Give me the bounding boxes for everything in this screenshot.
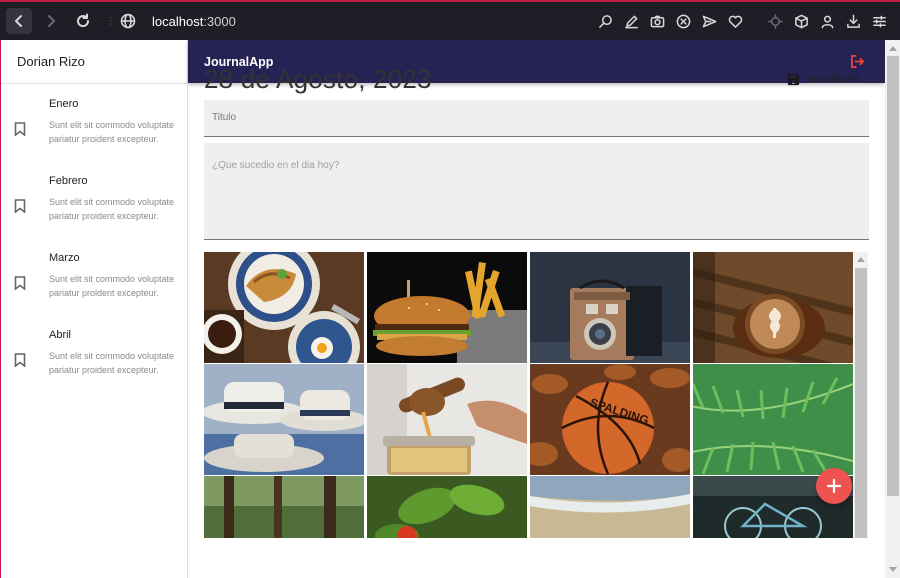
title-input[interactable]: Titulo [204, 100, 869, 137]
address-bar[interactable]: localhost:3000 [120, 13, 236, 29]
gallery-scrollbar[interactable] [854, 252, 868, 538]
scroll-up-icon [889, 46, 897, 51]
sidebar: Dorian Rizo Enero Sunt elit sit commodo … [1, 40, 188, 578]
entry-body: Sunt elit sit commodo voluptate pariatur… [49, 120, 175, 144]
photo-beach-shore[interactable] [530, 476, 690, 538]
easy-setup-button[interactable] [866, 8, 892, 34]
entry-title: Enero [49, 98, 79, 110]
camera-icon [650, 15, 664, 27]
url-host: localhost [152, 13, 204, 29]
url-port: :3000 [203, 13, 236, 29]
close-tab-button[interactable] [670, 8, 696, 34]
vpn-icon [767, 13, 783, 29]
reload-icon [77, 13, 90, 28]
profile-button[interactable] [814, 8, 840, 34]
bookmark-icon [14, 276, 26, 291]
save-icon [787, 73, 800, 85]
edit-icon [624, 15, 638, 28]
photo-green-fern[interactable] [693, 364, 853, 475]
photo-straw-hats[interactable] [204, 364, 364, 475]
downloads-button[interactable] [840, 8, 866, 34]
send-icon [702, 15, 716, 27]
bookmark-icon [14, 122, 26, 137]
heart-icon [728, 15, 742, 28]
page-scrollbar-thumb[interactable] [887, 56, 899, 496]
gallery-scrollbar-thumb[interactable] [855, 268, 867, 538]
sidebar-entry[interactable]: Abril Sunt elit sit commodo voluptate pa… [1, 315, 187, 392]
globe-icon [120, 13, 136, 29]
body-textarea[interactable]: ¿Que sucedio en el dia hoy? [204, 143, 869, 240]
entry-title: Abril [49, 329, 72, 341]
photo-basketball-leaves[interactable]: SPALDING [530, 364, 690, 475]
reload-button[interactable] [70, 8, 96, 34]
plus-icon [826, 478, 842, 494]
entry-title: Marzo [49, 252, 80, 264]
user-icon [821, 15, 833, 28]
extensions-button[interactable] [788, 8, 814, 34]
close-circle-icon [676, 14, 690, 28]
snapshot-button[interactable] [644, 8, 670, 34]
note-date-title: 28 de Agosto, 2023 [204, 64, 432, 94]
scroll-down-icon [889, 567, 897, 572]
photo-latte-art-coffee[interactable] [693, 252, 853, 363]
search-icon [598, 14, 612, 28]
title-placeholder: Titulo [212, 112, 237, 123]
forward-arrow-icon [48, 15, 55, 27]
photo-burger-and-fries[interactable] [367, 252, 527, 363]
sidebar-entry[interactable]: Febrero Sunt elit sit commodo voluptate … [1, 161, 187, 238]
back-button[interactable] [6, 8, 32, 34]
photo-croissant-breakfast[interactable] [204, 252, 364, 363]
photo-basil-leaves[interactable] [367, 476, 527, 538]
photo-forest-trees[interactable] [204, 476, 364, 538]
body-placeholder: ¿Que sucedio en el dia hoy? [212, 160, 340, 171]
browser-toolbar-right [592, 2, 892, 40]
forward-button[interactable] [38, 8, 64, 34]
toolbar-separator: ⋮ [106, 15, 116, 27]
entry-body: Sunt elit sit commodo voluptate pariatur… [49, 351, 175, 375]
logout-icon [851, 55, 864, 68]
download-icon [846, 14, 860, 28]
vpn-button[interactable] [762, 8, 788, 34]
bookmark-icon [14, 353, 26, 368]
bookmark-icon [14, 199, 26, 214]
back-arrow-icon [15, 15, 22, 27]
photo-honey-dipper-jar[interactable] [367, 364, 527, 475]
save-button-label: GUARDAR [809, 74, 860, 84]
add-entry-button[interactable] [816, 468, 852, 504]
sidebar-entry[interactable]: Enero Sunt elit sit commodo voluptate pa… [1, 84, 187, 161]
url-text: localhost:3000 [152, 14, 236, 29]
entry-title: Febrero [49, 175, 88, 187]
sliders-icon [872, 15, 886, 27]
favorites-button[interactable] [722, 8, 748, 34]
gallery-scroll-up-icon [857, 257, 865, 262]
photo-vintage-box-camera[interactable] [530, 252, 690, 363]
zoom-search-button[interactable] [592, 8, 618, 34]
image-gallery: SPALDING [204, 252, 854, 538]
page-scrollbar[interactable] [885, 40, 900, 578]
send-button[interactable] [696, 8, 722, 34]
cube-icon [794, 14, 808, 28]
sidebar-entry[interactable]: Marzo Sunt elit sit commodo voluptate pa… [1, 238, 187, 315]
entry-body: Sunt elit sit commodo voluptate pariatur… [49, 274, 175, 298]
entry-body: Sunt elit sit commodo voluptate pariatur… [49, 197, 175, 221]
logout-button[interactable] [850, 54, 865, 69]
browser-toolbar: ⋮ localhost:3000 [0, 0, 900, 40]
sidebar-user-name: Dorian Rizo [1, 40, 187, 84]
edit-button[interactable] [618, 8, 644, 34]
save-button[interactable]: GUARDAR [786, 68, 859, 90]
